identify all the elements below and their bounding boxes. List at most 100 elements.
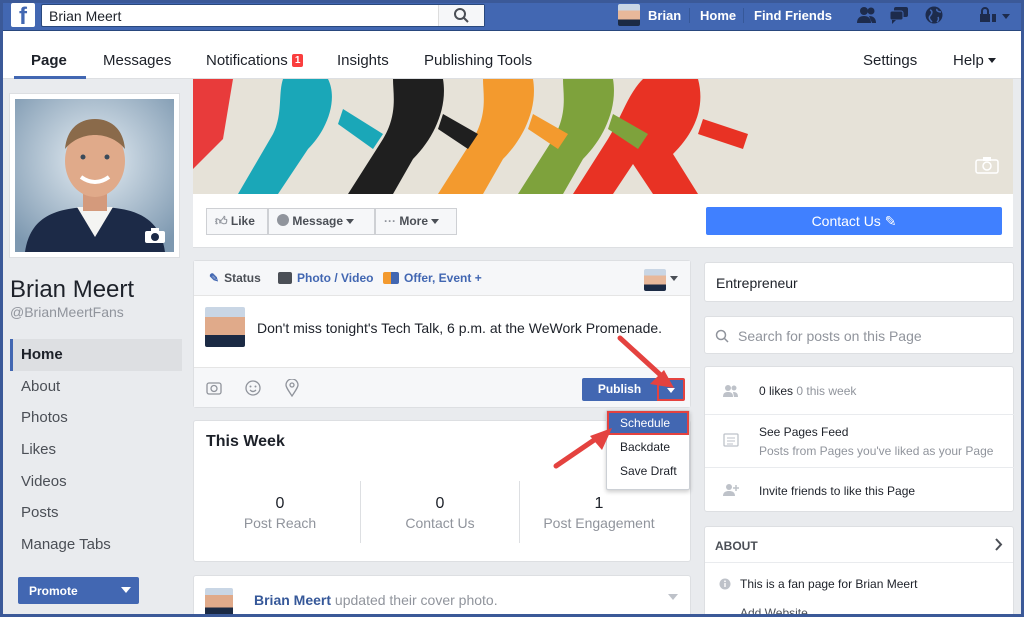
privacy-lock-icon[interactable] [978,6,1014,24]
pencil-icon: ✎ [209,271,220,285]
tab-page[interactable]: Page [31,52,67,69]
tab-notifications[interactable]: Notifications 1 [206,52,304,69]
likes-week: 0 this week [796,384,857,398]
chevron-right-icon[interactable] [995,538,1003,551]
promote-button[interactable]: Promote [18,577,139,604]
facebook-logo-icon[interactable]: f [11,3,35,27]
about-header[interactable]: ABOUT [705,527,1013,563]
menu-item-backdate[interactable]: Backdate [607,435,689,459]
friend-requests-icon[interactable] [857,6,877,24]
page-category[interactable]: Entrepreneur [716,275,798,291]
top-bar: f Brian Meert Brian Home Find Friends [0,0,1024,31]
publish-options-dropdown[interactable] [657,378,685,401]
message-button[interactable]: Message [268,208,375,235]
likes-row[interactable]: 0 likes 0 this week [705,367,1015,414]
more-dots-icon: ··· [384,214,396,228]
tab-messages[interactable]: Messages [103,52,171,69]
left-nav: Home About Photos Likes Videos Posts Man… [10,339,182,561]
stat-value: 0 [435,495,445,512]
chevron-down-icon [988,58,997,63]
cover-photo[interactable] [193,79,1013,194]
menu-item-schedule[interactable]: Schedule [607,411,689,435]
stat-label: Post Engagement [543,515,655,531]
search-button[interactable] [438,5,484,26]
notifications-badge: 1 [291,54,304,67]
chevron-down-icon[interactable] [121,587,131,593]
tab-notifications-label: Notifications [206,52,288,69]
pages-feed-title[interactable]: See Pages Feed [759,425,848,439]
globe-icon[interactable] [924,6,944,24]
post-composer: ✎ Status Photo / Video Offer, Event + Don… [193,260,691,408]
search-input[interactable]: Brian Meert [49,8,121,24]
chevron-down-icon[interactable] [668,594,678,600]
left-nav-item-videos[interactable]: Videos [10,466,182,498]
composer-textarea[interactable]: Don't miss tonight's Tech Talk, 6 p.m. a… [257,320,662,336]
invite-friends-label[interactable]: Invite friends to like this Page [759,484,915,498]
topbar-user-name[interactable]: Brian [648,8,681,23]
tab-help[interactable]: Help [953,52,997,69]
stat-label: Post Reach [243,515,317,531]
publish-button[interactable]: Publish [582,378,657,401]
composer-tabs: ✎ Status Photo / Video Offer, Event + [194,261,690,296]
stat-label: Contact Us [405,515,475,531]
composer-tab-offer-event-label: Offer, Event + [404,271,482,285]
page-handle[interactable]: @BrianMeertFans [10,304,124,320]
camera-icon[interactable] [144,227,166,244]
page-name[interactable]: Brian Meert [10,276,134,304]
find-friends-link[interactable]: Find Friends [743,8,832,23]
composer-tab-photo-video[interactable]: Photo / Video [278,271,373,285]
more-button[interactable]: ··· More [375,208,457,235]
composer-avatar [205,307,245,347]
left-nav-item-home[interactable]: Home [10,339,182,371]
contact-us-button[interactable]: Contact Us ✎ [706,207,1002,235]
topbar-profile-link[interactable]: Brian [618,4,681,26]
composer-tab-status-label: Status [224,271,261,285]
emoji-icon[interactable] [245,380,261,396]
post-author-link[interactable]: Brian Meert [254,592,331,608]
tab-settings[interactable]: Settings [863,52,917,69]
voice-selector-avatar[interactable] [644,269,666,291]
page-tabs: Page Messages Notifications 1 Insights P… [3,31,1021,79]
page-summary-box: 0 likes 0 this week See Pages Feed Posts… [704,366,1015,512]
page-search-box[interactable]: Search for posts on this Page [704,316,1014,354]
cover-artwork-image [193,79,1013,194]
likes-people-icon [723,385,738,397]
stat-post-reach[interactable]: 0 Post Reach [200,495,360,531]
pages-feed-row[interactable]: See Pages Feed Posts from Pages you've l… [705,414,1015,467]
home-link[interactable]: Home [689,8,736,23]
tab-insights[interactable]: Insights [337,52,389,69]
chevron-down-icon[interactable] [670,276,678,281]
promote-label: Promote [29,584,78,598]
chevron-down-icon [346,219,355,224]
about-title: ABOUT [715,539,758,553]
search-icon [715,329,729,343]
left-nav-item-about[interactable]: About [10,371,182,403]
tab-publishing-tools[interactable]: Publishing Tools [424,52,532,69]
left-nav-item-manage-tabs[interactable]: Manage Tabs [10,529,182,561]
left-nav-item-photos[interactable]: Photos [10,402,182,434]
profile-picture[interactable] [9,93,180,258]
stat-post-engagement[interactable]: 1 Post Engagement [519,495,679,531]
menu-item-save-draft[interactable]: Save Draft [607,459,689,483]
left-nav-item-likes[interactable]: Likes [10,434,182,466]
pages-feed-icon [723,433,739,447]
profile-photo [15,99,174,252]
stat-value: 1 [594,495,604,512]
about-add-website[interactable]: Add Website [740,606,808,617]
info-icon [719,578,731,590]
messages-icon[interactable] [889,6,909,24]
camera-icon[interactable] [206,380,222,396]
like-button[interactable]: 👍︎ Like [206,208,268,235]
invite-friends-row[interactable]: Invite friends to like this Page [705,467,1015,512]
tab-help-label: Help [953,52,984,69]
search-box[interactable]: Brian Meert [41,4,485,27]
page-search-input[interactable]: Search for posts on this Page [738,328,922,344]
left-nav-item-posts[interactable]: Posts [10,497,182,529]
cover-camera-icon[interactable] [975,156,999,174]
post-author-avatar[interactable] [205,588,233,616]
location-pin-icon[interactable] [285,379,299,397]
composer-tab-offer-event[interactable]: Offer, Event + [383,271,482,285]
stat-contact-us[interactable]: 0 Contact Us [360,495,520,531]
category-box: Entrepreneur [704,262,1014,302]
composer-tab-status[interactable]: ✎ Status [209,271,261,285]
